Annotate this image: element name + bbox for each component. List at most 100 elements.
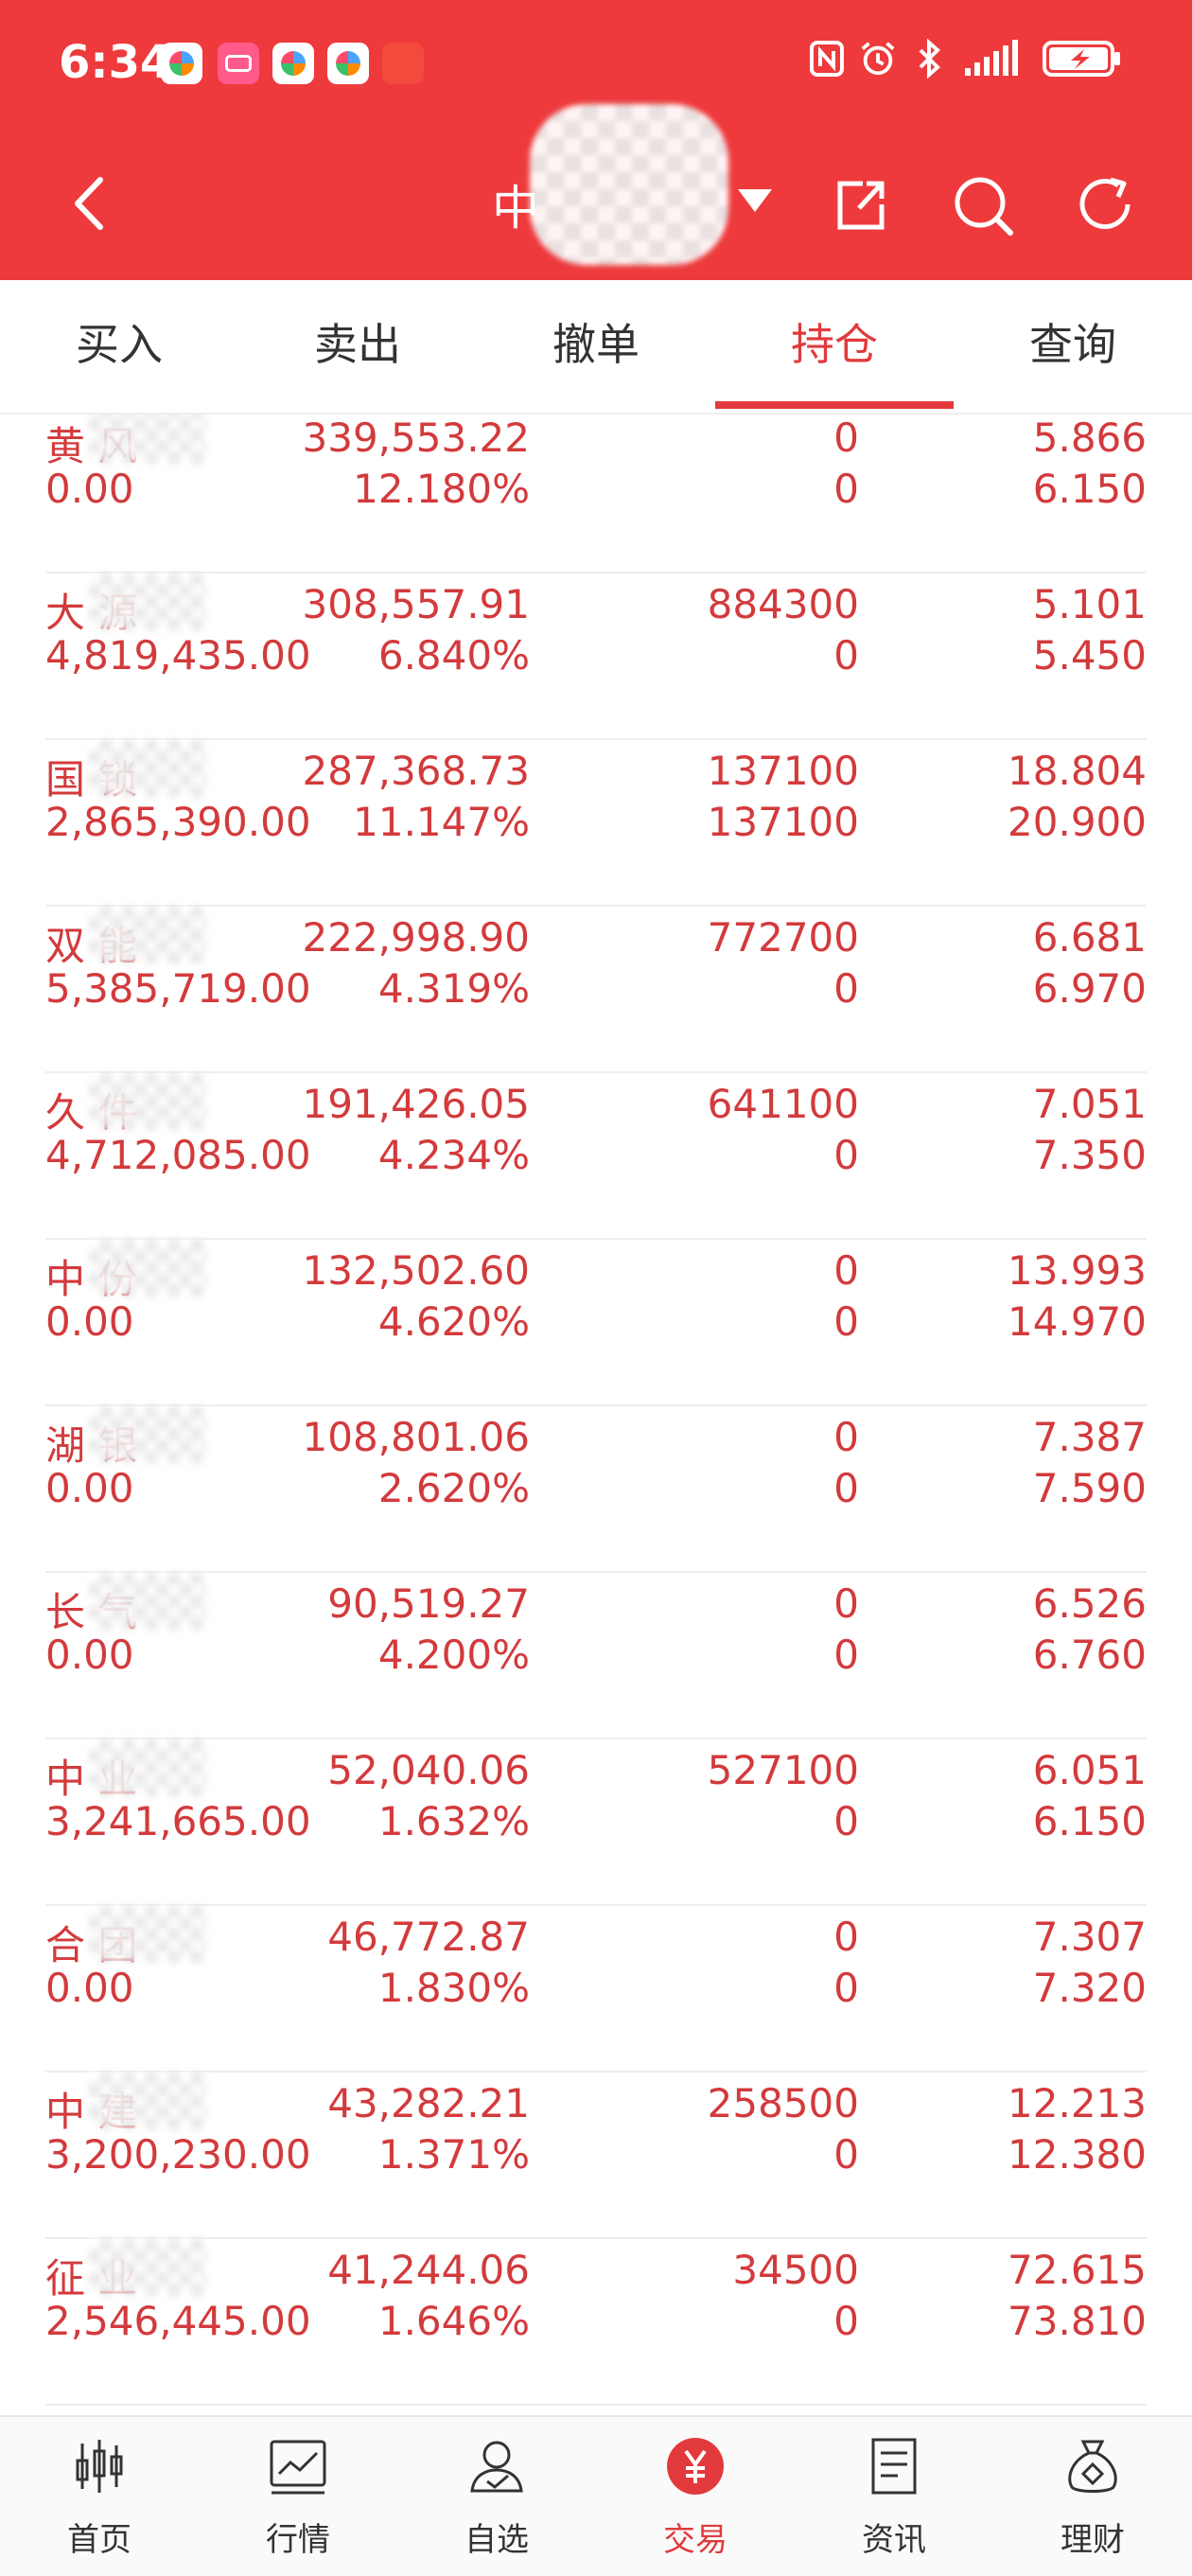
cost-price: 72.615: [1008, 2247, 1147, 2293]
bluetooth-icon: [910, 38, 948, 79]
nav-label: 资讯: [862, 2521, 926, 2559]
nav-wealth[interactable]: 理财: [993, 2417, 1192, 2576]
stock-amount: 4,819,435.00: [45, 632, 311, 679]
nav-watchlist[interactable]: 自选: [397, 2417, 596, 2576]
signal-icon: [961, 38, 1027, 79]
cost-price: 18.804: [1008, 748, 1147, 794]
market-value: 222,998.90: [302, 914, 530, 961]
tab-holdings[interactable]: 持仓: [715, 280, 954, 413]
stock-amount: 3,200,230.00: [45, 2131, 311, 2178]
refresh-button[interactable]: [1073, 172, 1139, 238]
current-price: 7.350: [1032, 1132, 1147, 1178]
redaction-mask: [89, 1573, 206, 1630]
available-qty: 0: [833, 2298, 859, 2344]
tab-buy[interactable]: 买入: [0, 280, 238, 413]
current-price: 7.590: [1032, 1465, 1147, 1511]
share-icon: [837, 181, 885, 230]
stock-amount: 0.00: [45, 1965, 134, 2011]
position-ratio: 11.147%: [353, 799, 530, 845]
redaction-mask: [89, 1739, 206, 1796]
nav-label: 理财: [1061, 2521, 1125, 2559]
holding-qty: 34500: [732, 2247, 859, 2293]
nav-bar: 中: [0, 104, 1192, 265]
share-button[interactable]: [827, 172, 893, 238]
redaction-mask: [89, 1240, 206, 1297]
market-value: 90,519.27: [327, 1580, 530, 1627]
market-value: 308,557.91: [302, 581, 530, 627]
available-qty: 0: [833, 1465, 859, 1511]
bottom-nav: 首页 行情 自选 交易 资讯 理财: [0, 2415, 1192, 2576]
holding-row[interactable]: 双 能 5,385,719.00 222,998.90 4.319% 77270…: [45, 905, 1147, 1073]
holding-qty: 641100: [707, 1081, 859, 1127]
position-ratio: 12.180%: [353, 466, 530, 512]
redaction-mask: [89, 2073, 206, 2129]
tab-query[interactable]: 查询: [954, 280, 1192, 413]
holding-row[interactable]: 黄 风 0.00 339,553.22 12.180% 0 0 5.866 6.…: [45, 415, 1147, 573]
nav-news[interactable]: 资讯: [795, 2417, 993, 2576]
available-qty: 0: [833, 1132, 859, 1178]
cost-price: 5.101: [1032, 581, 1147, 627]
account-title[interactable]: 中: [492, 170, 539, 238]
holding-qty: 0: [833, 1247, 859, 1294]
position-ratio: 1.632%: [377, 1798, 530, 1844]
holding-qty: 137100: [707, 748, 859, 794]
stock-amount: 0.00: [45, 1298, 134, 1345]
caret-down-icon[interactable]: [738, 189, 772, 212]
available-qty: 0: [833, 965, 859, 1012]
redaction-mask: [89, 1906, 206, 1963]
notification-app-icon: [327, 43, 369, 84]
market-value: 43,282.21: [327, 2080, 530, 2126]
holding-qty: 0: [833, 1914, 859, 1960]
stock-amount: 2,865,390.00: [45, 799, 311, 845]
current-price: 12.380: [1008, 2131, 1147, 2178]
search-button[interactable]: [950, 172, 1016, 238]
stock-app-icon: [382, 43, 424, 84]
market-value: 41,244.06: [327, 2247, 530, 2293]
holding-row[interactable]: 国 锁 2,865,390.00 287,368.73 11.147% 1371…: [45, 738, 1147, 907]
holding-row[interactable]: 合 团 0.00 46,772.87 1.830% 0 0 7.307 7.32…: [45, 1904, 1147, 2073]
cost-price: 7.307: [1032, 1914, 1147, 1960]
available-qty: 137100: [707, 799, 859, 845]
current-price: 73.810: [1008, 2298, 1147, 2344]
holding-row[interactable]: 大 源 4,819,435.00 308,557.91 6.840% 88430…: [45, 572, 1147, 740]
holding-qty: 0: [833, 415, 859, 461]
current-price: 6.150: [1032, 1798, 1147, 1844]
current-price: 6.760: [1032, 1632, 1147, 1678]
available-qty: 0: [833, 632, 859, 679]
holding-row[interactable]: 久 件 4,712,085.00 191,426.05 4.234% 64110…: [45, 1071, 1147, 1240]
back-button[interactable]: [62, 170, 119, 237]
holding-qty: 0: [833, 1580, 859, 1627]
stock-amount: 3,241,665.00: [45, 1798, 311, 1844]
holding-row[interactable]: 中 业 3,241,665.00 52,040.06 1.632% 527100…: [45, 1738, 1147, 1906]
money-bag-icon: [1068, 2440, 1117, 2493]
nav-label: 首页: [67, 2521, 131, 2559]
market-value: 108,801.06: [302, 1414, 530, 1460]
tab-sell[interactable]: 卖出: [238, 280, 477, 413]
holding-qty: 772700: [707, 914, 859, 961]
holdings-list[interactable]: 黄 风 0.00 339,553.22 12.180% 0 0 5.866 6.…: [0, 415, 1192, 2413]
nav-home[interactable]: 首页: [0, 2417, 199, 2576]
market-value: 52,040.06: [327, 1747, 530, 1793]
chevron-left-icon: [75, 177, 103, 230]
position-ratio: 1.646%: [377, 2298, 530, 2344]
refresh-icon: [1079, 177, 1131, 229]
redaction-mask: [89, 415, 206, 464]
holding-row[interactable]: 长 气 0.00 90,519.27 4.200% 0 0 6.526 6.76…: [45, 1571, 1147, 1739]
available-qty: 0: [833, 2131, 859, 2178]
holding-row[interactable]: 湖 银 0.00 108,801.06 2.620% 0 0 7.387 7.5…: [45, 1404, 1147, 1573]
redaction-mask: [89, 907, 206, 963]
holding-row[interactable]: 中 建 3,200,230.00 43,282.21 1.371% 258500…: [45, 2071, 1147, 2239]
stock-amount: 4,712,085.00: [45, 1132, 311, 1178]
available-qty: 0: [833, 1632, 859, 1678]
nav-market[interactable]: 行情: [199, 2417, 397, 2576]
candlestick-icon: [76, 2440, 123, 2493]
nav-trade[interactable]: 交易: [596, 2417, 795, 2576]
cost-price: 6.051: [1032, 1747, 1147, 1793]
status-icons: [808, 38, 1126, 79]
holding-row[interactable]: 中 份 0.00 132,502.60 4.620% 0 0 13.993 14…: [45, 1238, 1147, 1406]
holding-row[interactable]: 征 业 2,546,445.00 41,244.06 1.646% 34500 …: [45, 2237, 1147, 2406]
person-icon: [470, 2441, 523, 2493]
tab-cancel-order[interactable]: 撤单: [477, 280, 715, 413]
available-qty: 0: [833, 466, 859, 512]
nav-label: 行情: [266, 2521, 330, 2559]
